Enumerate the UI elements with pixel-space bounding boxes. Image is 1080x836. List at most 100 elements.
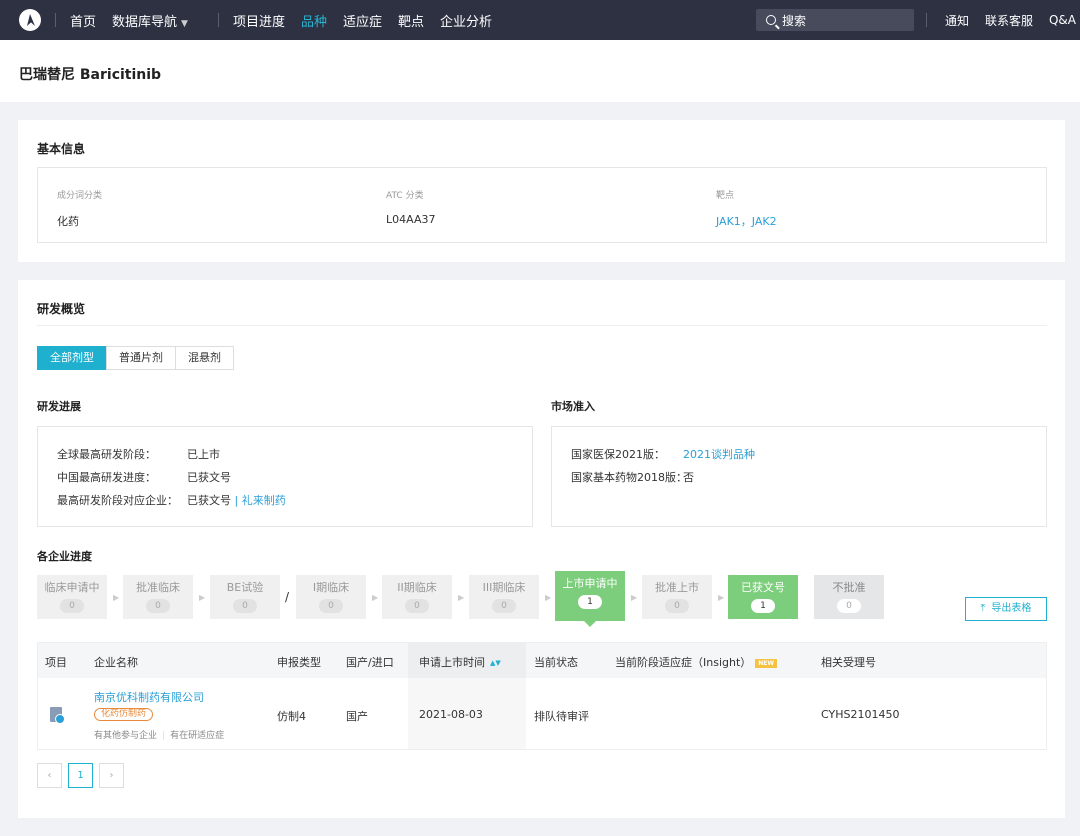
- dosage-tabs: 全部剂型 普通片剂 混悬剂: [37, 346, 234, 370]
- stage-count: 0: [492, 599, 516, 613]
- col-project: 项目: [45, 656, 67, 669]
- company-link[interactable]: 礼来制药: [242, 494, 286, 507]
- field-value: 化药: [57, 215, 79, 228]
- search-placeholder: 搜索: [782, 13, 807, 28]
- stage-phase-3[interactable]: III期临床 0: [469, 575, 539, 619]
- stage-clinical-application[interactable]: 临床申请中 0: [37, 575, 107, 619]
- chevron-down-icon: ▼: [181, 18, 188, 29]
- chevron-right-icon: ▶: [372, 593, 379, 602]
- other-indications-link[interactable]: 有在研适应症: [170, 731, 224, 741]
- insurance-row: 国家医保2021版： 2021谈判品种: [571, 446, 755, 462]
- pagination-page-1[interactable]: 1: [68, 763, 93, 788]
- search-icon: [766, 15, 776, 25]
- stage-count: 0: [405, 599, 429, 613]
- stage-separator: /: [285, 590, 290, 604]
- stage-be-trial[interactable]: BE试验 0: [210, 575, 280, 619]
- page-title: 巴瑞替尼 Baricitinib: [19, 67, 162, 83]
- chevron-right-icon: ▶: [113, 593, 120, 602]
- tab-tablet[interactable]: 普通片剂: [106, 346, 176, 370]
- page-header: 巴瑞替尼 Baricitinib: [0, 40, 1080, 102]
- chevron-right-icon: ▶: [458, 593, 465, 602]
- new-badge: NEW: [755, 658, 778, 668]
- company-table: 项目 企业名称 申报类型 国产/进口 申请上市时间 ▲▼ 当前状态 当前阶段适应症…: [37, 642, 1047, 750]
- nav-database[interactable]: 数据库导航 ▼: [112, 11, 188, 30]
- field-label: 靶点: [716, 191, 735, 201]
- field-atc-class: ATC 分类 L04AA37: [386, 188, 435, 226]
- export-label: 导出表格: [991, 603, 1032, 614]
- stage-count: 1: [751, 599, 775, 613]
- divider: [37, 325, 1047, 326]
- col-indication: 当前阶段适应症（Insight） NEW: [615, 654, 778, 670]
- dev-overview-card: 研发概览 全部剂型 普通片剂 混悬剂 研发进展 全球最高研发阶段： 已上市 中国最…: [18, 280, 1065, 818]
- dev-progress-box: 全球最高研发阶段： 已上市 中国最高研发进度： 已获文号 最高研发阶段对应企业： 已获…: [37, 426, 533, 527]
- insurance-link[interactable]: 2021谈判品种: [683, 448, 755, 461]
- nav-qa[interactable]: Q&A: [1049, 13, 1076, 27]
- field-label: 成分词分类: [57, 191, 103, 201]
- col-status: 当前状态: [534, 656, 578, 669]
- stage-name: II期临床: [397, 581, 437, 594]
- nav-home[interactable]: 首页: [70, 11, 96, 30]
- logo-icon[interactable]: [19, 9, 41, 31]
- basic-info-card: 基本信息 成分词分类 化药 ATC 分类 L04AA37 靶点 JAK1，JAK…: [18, 120, 1065, 262]
- row-value: 已上市: [187, 448, 220, 461]
- pagination-next[interactable]: ›: [99, 763, 124, 788]
- nav-project-progress[interactable]: 项目进度: [233, 11, 285, 30]
- stage-count: 0: [837, 599, 861, 613]
- chevron-right-icon: ▶: [545, 593, 552, 602]
- nav-indication[interactable]: 适应症: [343, 11, 382, 30]
- stage-name: BE试验: [226, 581, 264, 594]
- stage-name: 上市申请中: [562, 577, 618, 590]
- nav-company-analysis[interactable]: 企业分析: [440, 11, 492, 30]
- search-input[interactable]: 搜索: [756, 9, 914, 31]
- row-value: 已获文号: [187, 494, 231, 507]
- company-name-link[interactable]: 南京优科制药有限公司: [94, 689, 204, 705]
- row-label: 最高研发阶段对应企业：: [57, 494, 178, 507]
- top-company-row: 最高研发阶段对应企业： 已获文号 | 礼来制药: [57, 494, 286, 507]
- chevron-right-icon: ▶: [631, 593, 638, 602]
- stage-count: 1: [578, 595, 602, 609]
- acceptance-number-link[interactable]: CYHS2101450: [821, 708, 899, 721]
- nav-target[interactable]: 靶点: [398, 11, 424, 30]
- stage-rejected[interactable]: 不批准 0: [814, 575, 884, 619]
- nav-drug[interactable]: 品种: [301, 11, 327, 30]
- chevron-right-icon: ▶: [718, 593, 725, 602]
- stage-name: III期临床: [482, 581, 526, 594]
- stage-clinical-approved[interactable]: 批准临床 0: [123, 575, 193, 619]
- stage-market-approved[interactable]: 批准上市 0: [642, 575, 712, 619]
- stage-name: 批准临床: [136, 581, 180, 594]
- stage-license-granted[interactable]: 已获文号 1: [728, 575, 798, 619]
- stage-market-application[interactable]: 上市申请中 1: [555, 571, 625, 627]
- stage-name: 不批准: [832, 581, 866, 594]
- nav-contact-support[interactable]: 联系客服: [985, 12, 1033, 29]
- row-label: 全球最高研发阶段：: [57, 448, 156, 461]
- company-sub-links: 有其他参与企业 | 有在研适应症: [94, 731, 225, 741]
- company-progress-title: 各企业进度: [37, 550, 92, 563]
- stage-phase-2[interactable]: II期临床 0: [382, 575, 452, 619]
- field-label: ATC 分类: [386, 191, 424, 201]
- tab-suspension[interactable]: 混悬剂: [175, 346, 234, 370]
- stage-name: 批准上市: [655, 581, 699, 594]
- field-target: 靶点 JAK1，JAK2: [716, 188, 777, 229]
- nav-notifications[interactable]: 通知: [945, 12, 969, 29]
- col-company: 企业名称: [94, 656, 138, 669]
- nav-divider: [55, 13, 56, 27]
- row-label: 国家医保2021版：: [571, 448, 665, 461]
- col-date[interactable]: 申请上市时间 ▲▼: [419, 654, 501, 670]
- nav-database-label: 数据库导航: [112, 14, 178, 30]
- pagination-prev[interactable]: ‹: [37, 763, 62, 788]
- stage-phase-1[interactable]: I期临床 0: [296, 575, 366, 619]
- tab-all-dosage[interactable]: 全部剂型: [37, 346, 107, 370]
- export-table-button[interactable]: ⤒ 导出表格: [965, 597, 1047, 621]
- cell-date: 2021-08-03: [419, 708, 483, 721]
- global-stage-row: 全球最高研发阶段： 已上市: [57, 446, 220, 462]
- document-icon[interactable]: [50, 707, 65, 724]
- col-origin: 国产/进口: [346, 656, 394, 669]
- market-title: 市场准入: [551, 400, 595, 413]
- other-companies-link[interactable]: 有其他参与企业: [94, 731, 157, 741]
- stage-count: 0: [146, 599, 170, 613]
- target-link[interactable]: JAK1，JAK2: [716, 213, 777, 229]
- row-label: 中国最高研发进度：: [57, 471, 156, 484]
- nav-divider: [925, 13, 927, 27]
- stage-count: 0: [233, 599, 257, 613]
- sort-icon[interactable]: ▲▼: [490, 659, 501, 667]
